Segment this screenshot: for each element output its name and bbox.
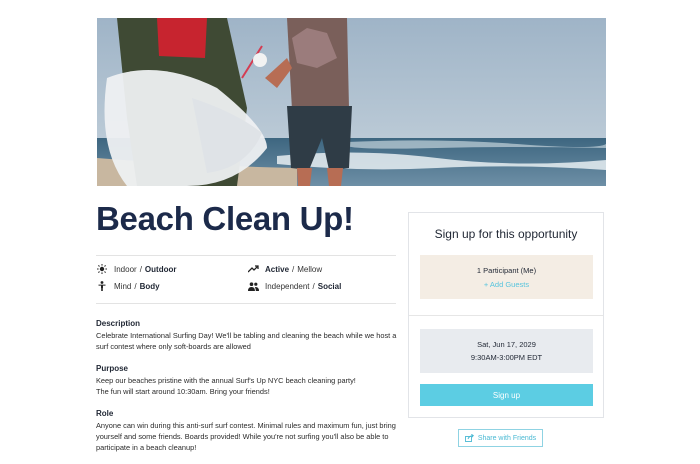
purpose-heading: Purpose [96, 364, 129, 373]
purpose-line-1: Keep our beaches pristine with the annua… [96, 376, 356, 385]
role-text: Anyone can win during this anti-surf sur… [96, 421, 396, 452]
setting-option-indoor: Indoor [114, 264, 137, 274]
purpose-line-2: The fun will start around 10:30am. Bring… [96, 387, 270, 396]
date-box: Sat, Jun 17, 2029 9:30AM-3:00PM EDT [420, 329, 593, 373]
participant-count: 1 Participant (Me) [476, 266, 537, 275]
divider [96, 255, 396, 256]
hero-image [97, 18, 606, 186]
group-option-independent: Independent [265, 281, 310, 291]
role-heading: Role [96, 409, 114, 418]
attribute-setting: Indoor / Outdoor [96, 264, 176, 274]
share-label: Share with Friends [477, 434, 537, 442]
focus-option-mind: Mind [114, 281, 132, 291]
person-icon [96, 281, 108, 291]
signup-title: Sign up for this opportunity [434, 227, 578, 241]
activity-option-mellow: Mellow [297, 264, 323, 274]
focus-option-body: Body [139, 281, 160, 291]
share-with-friends-button[interactable]: Share with Friends [458, 429, 543, 447]
activity-option-active: Active [265, 264, 290, 274]
participants-box: 1 Participant (Me) + Add Guests [420, 255, 593, 299]
divider [96, 303, 396, 304]
sign-up-button[interactable]: Sign up [420, 384, 593, 406]
people-icon [247, 281, 259, 291]
signup-card: Sign up for this opportunity 1 Participa… [408, 212, 604, 418]
trending-icon [247, 264, 259, 274]
attribute-activity: Active / Mellow [247, 264, 322, 274]
event-time: 9:30AM-3:00PM EDT [470, 353, 543, 362]
event-date: Sat, Jun 17, 2029 [477, 340, 536, 349]
card-divider [409, 315, 603, 316]
page-title: Beach Clean Up! [96, 200, 354, 237]
group-option-social: Social [317, 281, 342, 291]
sun-icon [96, 264, 108, 274]
attribute-group: Independent / Social [247, 281, 341, 291]
description-text: Celebrate International Surfing Day! We'… [96, 331, 397, 351]
attribute-focus: Mind / Body [96, 281, 160, 291]
description-heading: Description [96, 319, 141, 328]
share-icon [464, 434, 474, 442]
add-guests-link[interactable]: + Add Guests [420, 280, 593, 289]
setting-option-outdoor: Outdoor [144, 264, 177, 274]
